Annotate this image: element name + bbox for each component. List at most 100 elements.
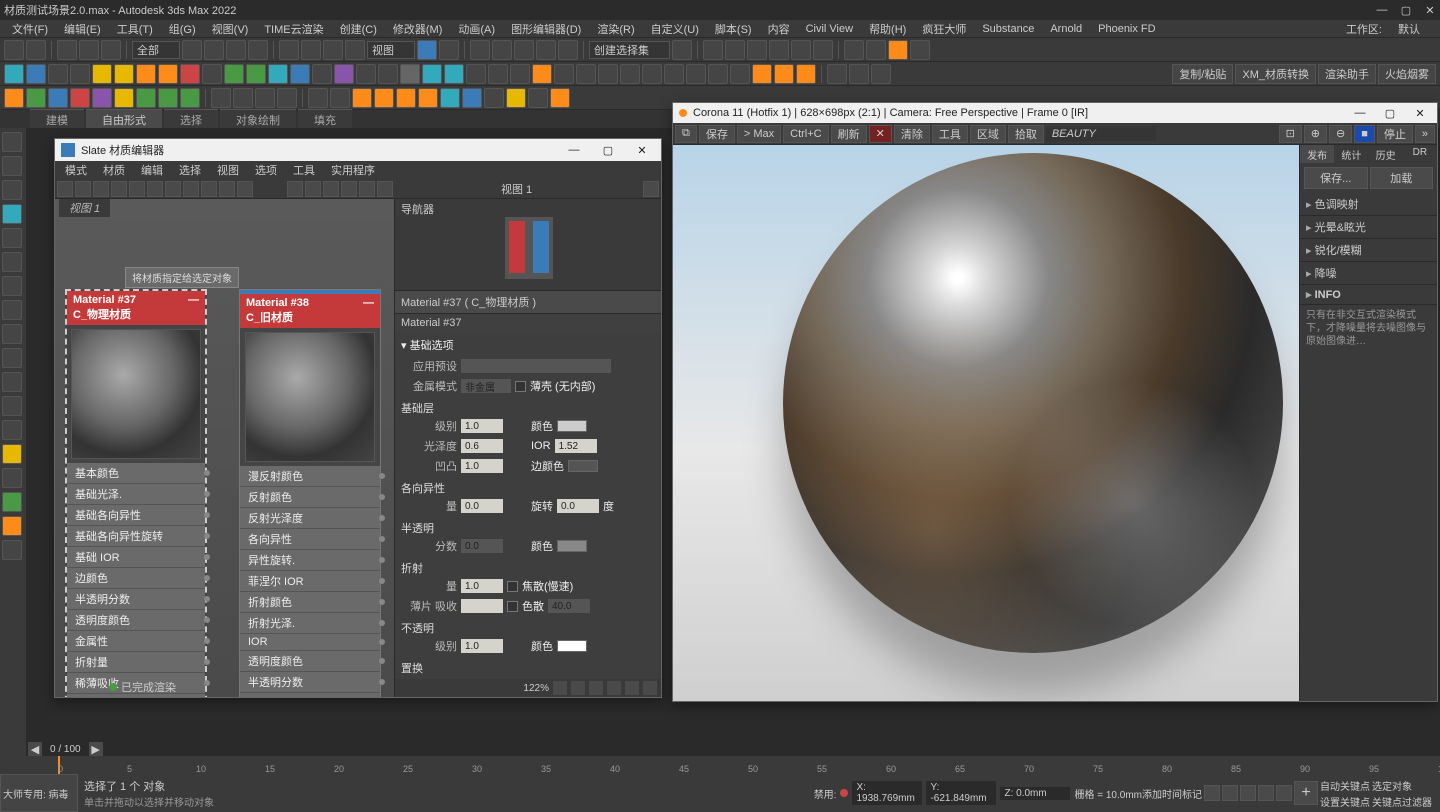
vbtn-15[interactable] [2, 468, 22, 488]
corona-hdr-bloom[interactable]: 光晕&眩光 [1300, 216, 1437, 239]
rough-val[interactable]: 0.6 [461, 439, 503, 453]
slate-s3[interactable] [607, 681, 621, 695]
aniso-val[interactable]: 0.0 [461, 499, 503, 513]
mat37-slot[interactable]: 边颜色 [67, 568, 205, 589]
t3-8[interactable] [158, 88, 178, 108]
vbtn-14[interactable] [2, 444, 22, 464]
mat38-slot[interactable]: 异性旋转. [240, 550, 380, 571]
menu-group[interactable]: 组(G) [161, 21, 204, 37]
menu-scripting[interactable]: 脚本(S) [707, 21, 760, 37]
select-rect-button[interactable] [226, 40, 246, 60]
thin2-val[interactable] [461, 599, 503, 613]
mat-convert-button[interactable]: XM_材质转换 [1235, 64, 1316, 84]
iconbtn-30[interactable] [642, 64, 662, 84]
t3-14[interactable] [308, 88, 328, 108]
corona-minimize[interactable]: — [1345, 103, 1375, 123]
slate-s1[interactable] [571, 681, 585, 695]
corona-zoom1[interactable]: ⊕ [1304, 125, 1327, 143]
corona-ctrlc[interactable]: Ctrl+C [783, 125, 828, 143]
iconbtn-27[interactable] [576, 64, 596, 84]
slate-close[interactable]: ✕ [625, 139, 659, 161]
selobj-combo[interactable]: 选定对象 [1372, 778, 1432, 793]
render-frame-button[interactable] [866, 40, 886, 60]
mat37-slot[interactable]: 基础各向异性旋转 [67, 526, 205, 547]
mat37-slot[interactable]: 基础各向异性 [67, 505, 205, 526]
mat37-slot[interactable]: 半透明分数 [67, 589, 205, 610]
vbtn-6[interactable] [2, 252, 22, 272]
play-button[interactable] [211, 88, 231, 108]
material-node-38[interactable]: Material #38 —C_旧材质 漫反射颜色 反射颜色 反射光泽度 各向异… [239, 289, 381, 697]
slate-tb-18[interactable] [643, 181, 659, 197]
corona-tab-post[interactable]: 发布 [1300, 145, 1334, 163]
slate-tb-5[interactable] [129, 181, 145, 197]
iconbtn-14[interactable] [290, 64, 310, 84]
slate-tb-11[interactable] [237, 181, 253, 197]
link-button[interactable] [57, 40, 77, 60]
corona-hdr-info[interactable]: INFO [1300, 285, 1437, 305]
slate-titlebar[interactable]: Slate 材质编辑器 — ▢ ✕ [55, 139, 661, 161]
refcoord-combo[interactable]: 视图 [367, 41, 415, 59]
iconbtn-25[interactable] [532, 64, 552, 84]
corona-ir[interactable]: ■ [1354, 125, 1375, 143]
iconbtn-16[interactable] [334, 64, 354, 84]
t3-fx2[interactable] [462, 88, 482, 108]
slate-tb-16[interactable] [359, 181, 375, 197]
navigator-thumb[interactable] [505, 217, 553, 279]
slate-tb-2[interactable] [75, 181, 91, 197]
color-swatch[interactable] [557, 420, 587, 432]
corona-save[interactable]: 保存 [699, 125, 735, 143]
t3-9[interactable] [180, 88, 200, 108]
disp-check[interactable] [507, 601, 518, 612]
manip-button[interactable] [439, 40, 459, 60]
corona-close[interactable]: ✕ [1405, 103, 1435, 123]
mat38-slot[interactable]: 半透明分数 [240, 672, 380, 693]
vbtn-10[interactable] [2, 348, 22, 368]
iconbtn-4[interactable] [70, 64, 90, 84]
mat38-slot[interactable]: 折射颜色 [240, 592, 380, 613]
iconbtn-28[interactable] [598, 64, 618, 84]
mat37-slot[interactable]: 基础光泽. [67, 484, 205, 505]
corona-titlebar[interactable]: Corona 11 (Hotfix 1) | 628×698px (2:1) |… [673, 103, 1437, 123]
iconbtn-5[interactable] [92, 64, 112, 84]
iconbtn-35[interactable] [827, 64, 847, 84]
t3-fire2[interactable] [374, 88, 394, 108]
bind-spacewarp-button[interactable] [101, 40, 121, 60]
keyfilter-button[interactable]: 关键点过滤器 [1372, 794, 1432, 809]
slate-s2[interactable] [589, 681, 603, 695]
render-button[interactable] [888, 40, 908, 60]
corona-side-save[interactable]: 保存... [1304, 167, 1368, 189]
t3-1[interactable] [4, 88, 24, 108]
slate-view-tab[interactable]: 视图 1 [59, 199, 110, 217]
corona-tab-history[interactable]: 历史 [1369, 145, 1403, 163]
r-val[interactable]: 1.0 [461, 579, 503, 593]
curve-editor-button[interactable] [769, 40, 789, 60]
slate-tb-assign[interactable] [111, 181, 127, 197]
corona-tab-stats[interactable]: 统计 [1334, 145, 1368, 163]
corona-maximize[interactable]: ▢ [1375, 103, 1405, 123]
menu-modifiers[interactable]: 修改器(M) [385, 21, 451, 37]
slate-tb-12[interactable] [287, 181, 303, 197]
iconbtn-21[interactable] [444, 64, 464, 84]
iconbtn-7[interactable] [136, 64, 156, 84]
select-name-button[interactable] [204, 40, 224, 60]
maximize-button[interactable]: ▢ [1400, 4, 1412, 17]
coord-z[interactable]: Z: 0.0mm [1000, 787, 1070, 800]
vbtn-18[interactable] [2, 540, 22, 560]
iconbtn-fp[interactable] [752, 64, 772, 84]
slate-tb-17[interactable] [377, 181, 393, 197]
slate-tb-10[interactable] [219, 181, 235, 197]
slate-tb-15[interactable] [341, 181, 357, 197]
render-setup-button[interactable] [844, 40, 864, 60]
iconbtn-2[interactable] [26, 64, 46, 84]
corona-hdr-denoise[interactable]: 降噪 [1300, 262, 1437, 285]
vbtn-4[interactable] [2, 204, 22, 224]
corona-side-load[interactable]: 加载 [1370, 167, 1434, 189]
layer-button[interactable] [725, 40, 745, 60]
vbtn-1[interactable] [2, 132, 22, 152]
mat37-slot[interactable]: 基本颜色 [67, 463, 205, 484]
o-swatch[interactable] [557, 640, 587, 652]
section-basic[interactable]: 基础选项 [401, 334, 655, 356]
vbtn-8[interactable] [2, 300, 22, 320]
iconbtn-19[interactable] [400, 64, 420, 84]
slate-menu-options[interactable]: 选项 [247, 162, 285, 178]
